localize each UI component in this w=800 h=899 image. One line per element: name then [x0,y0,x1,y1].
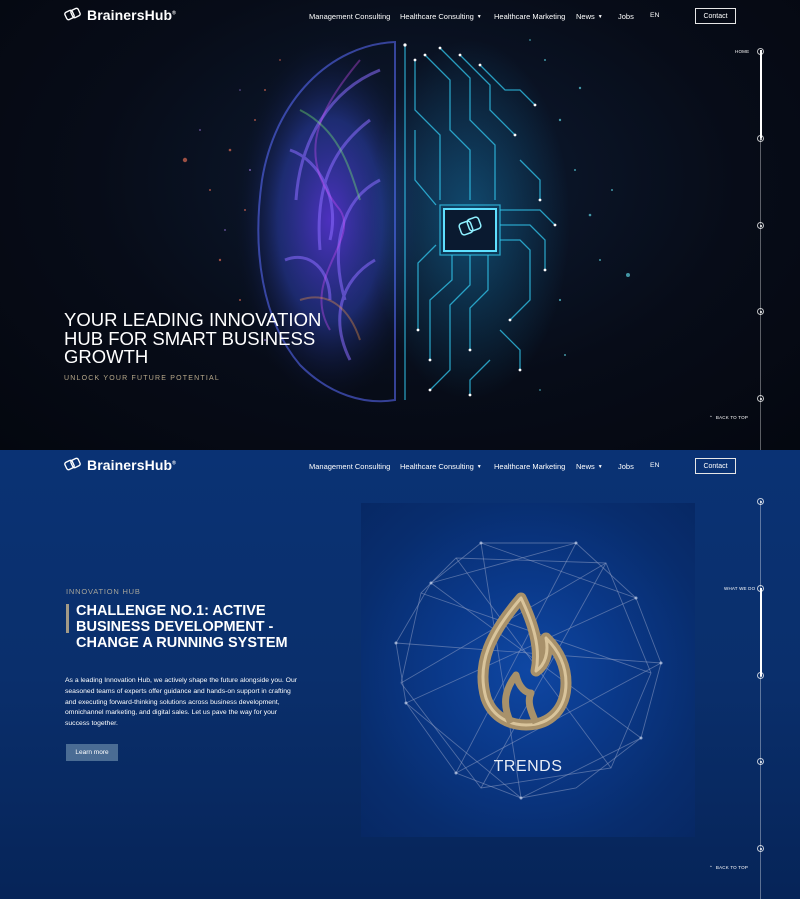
hero-title: YOUR LEADING INNOVATION HUB FOR SMART BU… [64,309,322,367]
learn-more-button[interactable]: Learn more [66,744,118,761]
brain-chip-illustration [182,35,630,405]
nav-item-healthcare-consulting[interactable]: Healthcare Consulting ▼ [400,462,482,471]
challenge-description: As a leading Innovation Hub, we actively… [65,677,297,728]
brand-logo[interactable]: BrainersHub® [64,457,176,473]
nav-item-healthcare-consulting[interactable]: Healthcare Consulting ▼ [400,12,482,21]
language-switch[interactable]: EN [650,12,659,19]
chevron-down-icon: ▼ [597,13,603,20]
nav-item-news[interactable]: News ▼ [576,462,603,471]
nav-item-news[interactable]: News ▼ [576,12,603,21]
scroll-dot[interactable] [757,222,764,229]
scroll-progress-fill [759,50,762,138]
scroll-dot[interactable] [757,672,764,679]
nav-item-healthcare-marketing[interactable]: Healthcare Marketing [494,462,565,471]
brand-logo[interactable]: BrainersHub® [64,7,176,23]
chevron-down-icon: ▼ [476,13,482,20]
contact-button[interactable]: Contact [695,8,736,24]
nav-item-management-consulting[interactable]: Management Consulting [309,12,390,21]
nav-item-jobs[interactable]: Jobs [618,462,634,471]
brainershub-logo-icon [64,7,81,21]
arrow-up-icon: ⌃ [709,415,713,420]
section-eyebrow: INNOVATION HUB [66,587,141,596]
brand-name: BrainersHub® [87,7,176,23]
brainershub-logo-icon [64,457,81,471]
scroll-dot[interactable] [757,845,764,852]
scroll-dot[interactable] [757,308,764,315]
section-label-home: HOME [735,49,750,54]
title-accent-bar [66,604,69,633]
back-to-top-link[interactable]: ⌃ BACK TO TOP [709,865,748,871]
hero-subtitle: UNLOCK YOUR FUTURE POTENTIAL [64,375,220,382]
scroll-progress-track [759,50,762,450]
scroll-dot[interactable] [757,395,764,402]
trends-label: TRENDS [493,758,563,775]
scroll-dot[interactable] [757,135,764,142]
trends-flame-icon [477,592,572,731]
scroll-dot[interactable] [757,498,764,505]
contact-button[interactable]: Contact [695,458,736,474]
scroll-dot[interactable] [757,585,764,592]
language-switch[interactable]: EN [650,462,659,469]
header-bar: BrainersHub® Management Consulting Healt… [0,0,800,34]
nav-item-jobs[interactable]: Jobs [618,12,634,21]
scroll-progress-fill [759,588,762,676]
back-to-top-link[interactable]: ⌃ BACK TO TOP [709,415,748,421]
brand-name: BrainersHub® [87,457,176,473]
arrow-up-icon: ⌃ [709,865,713,870]
trends-network-illustration [394,541,663,800]
section-label-what-we-do: WHAT WE DO [724,586,756,591]
nav-item-management-consulting[interactable]: Management Consulting [309,462,390,471]
nav-item-healthcare-marketing[interactable]: Healthcare Marketing [494,12,565,21]
scroll-progress-track [759,500,762,899]
header-bar: BrainersHub® Management Consulting Healt… [0,450,800,484]
chevron-down-icon: ▼ [476,463,482,470]
trends-card[interactable]: TRENDS [361,503,695,837]
scroll-dot[interactable] [757,758,764,765]
challenge-title: CHALLENGE NO.1: ACTIVE BUSINESS DEVELOPM… [76,603,288,651]
chevron-down-icon: ▼ [597,463,603,470]
hero-section: BrainersHub® Management Consulting Healt… [0,0,800,450]
scroll-dot[interactable] [757,48,764,55]
